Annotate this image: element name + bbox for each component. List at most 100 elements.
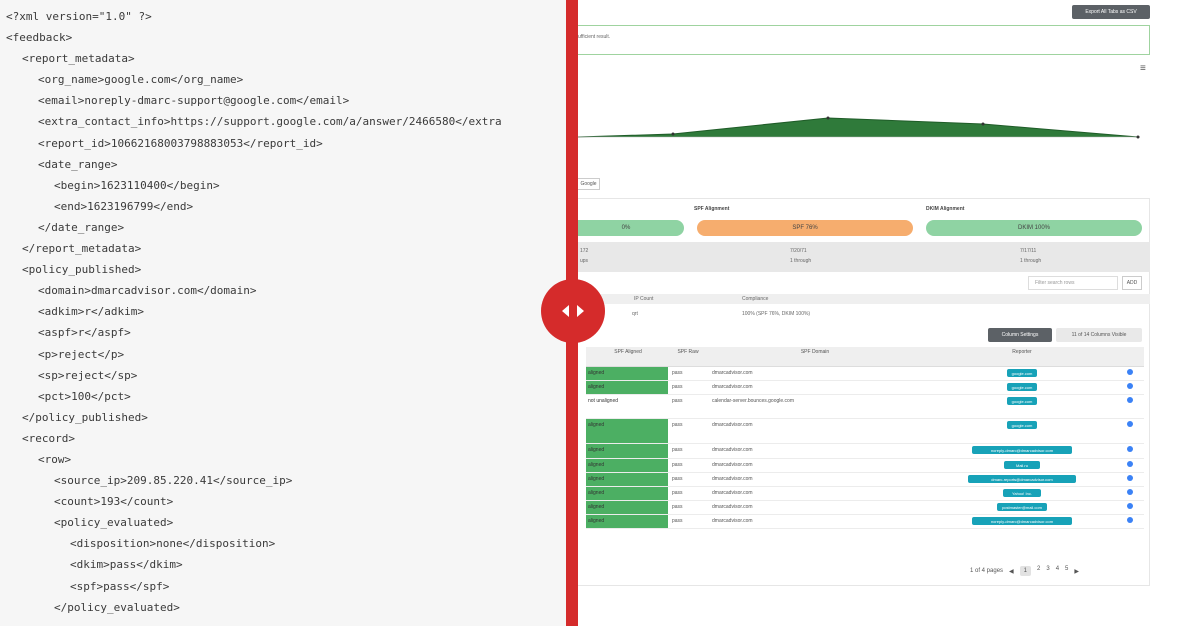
export-csv-button[interactable]: Export All Tabs as CSV <box>1072 5 1150 19</box>
xml-line: <source_ip>209.85.220.41</source_ip> <box>54 474 293 488</box>
result-text: ufficient result. <box>578 34 611 40</box>
row-detail-icon[interactable] <box>1127 489 1133 495</box>
chart-point <box>671 132 675 136</box>
table-row[interactable]: aligned pass dmarcadvisor.com google.com <box>586 381 1144 395</box>
hamburger-menu-icon[interactable]: ≡ <box>1140 63 1146 74</box>
reporter-badge[interactable]: postmaster@mail.com <box>997 503 1047 511</box>
row-detail-icon[interactable] <box>1127 397 1133 403</box>
row-detail-icon[interactable] <box>1127 475 1133 481</box>
cell-spf-raw: pass <box>672 462 683 468</box>
cell-aligned-status: aligned <box>586 367 668 380</box>
page-number[interactable]: 1 <box>1019 566 1031 576</box>
dashboard-pane: Export All Tabs as CSV ufficient result.… <box>578 0 1200 626</box>
row-detail-icon[interactable] <box>1127 421 1133 427</box>
summary-ip-count-value: qrt <box>632 311 638 317</box>
header-spf-domain[interactable]: SPF Domain <box>710 349 920 356</box>
xml-line: <pct>100</pct> <box>38 389 131 403</box>
xml-line: <disposition>none</disposition> <box>70 537 276 551</box>
header-spf-raw[interactable]: SPF Raw <box>670 349 706 356</box>
xml-line: <row> <box>38 452 72 466</box>
cell-spf-raw: pass <box>672 476 683 482</box>
xml-line: <date_range> <box>38 157 118 171</box>
cell-spf-domain: dmarcadvisor.com <box>712 518 753 524</box>
page-number[interactable]: 4 <box>1056 566 1059 576</box>
cell-spf-domain: dmarcadvisor.com <box>712 370 753 376</box>
xml-line: </policy_published> <box>22 410 148 424</box>
reporter-badge[interactable]: google.com <box>1007 383 1037 391</box>
row-detail-icon[interactable] <box>1127 503 1133 509</box>
next-page-icon[interactable]: ▶ <box>1074 568 1079 575</box>
table-row[interactable]: aligned pass dmarcadvisor.com Mail.ru <box>586 459 1144 473</box>
table-row[interactable]: aligned pass dmarcadvisor.com noreply-dmarc… <box>586 444 1144 459</box>
xml-line: <policy_evaluated> <box>54 516 174 530</box>
stat-left-bottom: ups <box>580 258 589 264</box>
cell-spf-domain: dmarcadvisor.com <box>712 476 753 482</box>
cell-aligned-status: aligned <box>586 381 668 394</box>
xml-line: </report_metadata> <box>22 242 142 256</box>
xml-source-pane[interactable]: <?xml version="1.0" ?> <feedback> <report_… <box>0 0 568 626</box>
stat-right-bottom: 1 through <box>1020 258 1042 264</box>
reporter-badge[interactable]: noreply-dmarc@dmarcadvisor.com <box>972 517 1072 525</box>
cell-spf-raw: pass <box>672 504 683 510</box>
columns-visible-button[interactable]: 11 of 14 Columns Visible <box>1056 328 1142 342</box>
volume-area-chart <box>578 116 1140 139</box>
xml-line: <report_id>10662168003798883053</report_… <box>38 136 323 150</box>
row-detail-icon[interactable] <box>1127 369 1133 375</box>
reporter-badge[interactable]: google.com <box>1007 421 1037 429</box>
table-row[interactable]: aligned pass dmarcadvisor.com dmarc-reports… <box>586 473 1144 487</box>
pagination-summary: 1 of 4 pages <box>970 568 1004 574</box>
reporter-badge[interactable]: google.com <box>1007 397 1037 405</box>
xml-line: <dkim>pass</dkim> <box>70 558 183 572</box>
reporter-badge[interactable]: google.com <box>1007 369 1037 377</box>
dkim-alignment-pill: DKIM 100% <box>926 220 1142 236</box>
cell-aligned-status: aligned <box>586 444 668 458</box>
add-button[interactable]: ADD <box>1122 276 1142 290</box>
cell-spf-domain: dmarcadvisor.com <box>712 462 753 468</box>
reporter-badge[interactable]: Mail.ru <box>1004 461 1040 469</box>
tab-google[interactable]: Google <box>578 178 600 190</box>
chart-point <box>981 122 985 126</box>
xml-line: <domain>dmarcadvisor.com</domain> <box>38 284 257 298</box>
dkim-alignment-title: DKIM Alignment <box>926 206 965 212</box>
cell-spf-domain: dmarcadvisor.com <box>712 490 753 496</box>
row-detail-icon[interactable] <box>1127 517 1133 523</box>
stat-left-top: 172 <box>580 248 589 254</box>
cell-aligned-status: not unaligned <box>588 398 619 404</box>
xml-line: <extra_contact_info>https://support.goog… <box>38 115 502 129</box>
page-number[interactable]: 3 <box>1046 566 1049 576</box>
stat-mid-bottom: 1 through <box>790 258 812 264</box>
stat-mid-top: 7/20/71 <box>790 248 807 254</box>
table-row[interactable]: aligned pass dmarcadvisor.com Yahoo! Inc. <box>586 487 1144 501</box>
table-search-input[interactable]: Filter search rows <box>1028 276 1118 290</box>
spf-alignment-title: SPF Alignment <box>694 206 730 212</box>
row-detail-icon[interactable] <box>1127 446 1133 452</box>
reporter-badge[interactable]: Yahoo! Inc. <box>1003 489 1041 497</box>
prev-page-icon[interactable]: ◀ <box>1009 568 1014 575</box>
table-row[interactable]: aligned pass dmarcadvisor.com postmaster@ma… <box>586 501 1144 515</box>
xml-line: <email>noreply-dmarc-support@google.com<… <box>38 94 350 108</box>
header-reporter[interactable]: Reporter <box>922 349 1122 356</box>
xml-line: <count>193</count> <box>54 495 174 509</box>
chart-point <box>1136 135 1140 139</box>
table-row[interactable]: aligned pass dmarcadvisor.com noreply-dmarc… <box>586 515 1144 529</box>
row-detail-icon[interactable] <box>1127 383 1133 389</box>
table-row[interactable]: aligned pass dmarcadvisor.com google.com <box>586 367 1144 381</box>
summary-col-compliance: Compliance <box>742 296 769 302</box>
reporter-badge[interactable]: noreply-dmarc@dmarcadvisor.com <box>972 446 1072 454</box>
table-row[interactable]: not unaligned pass calendar-server.bounces… <box>586 395 1144 419</box>
column-settings-button[interactable]: Column Settings <box>988 328 1052 342</box>
cell-spf-raw: pass <box>672 398 683 404</box>
page-number[interactable]: 2 <box>1037 566 1040 576</box>
page-number[interactable]: 5 <box>1065 566 1068 576</box>
pagination: 1 of 4 pages ◀ 12345 ▶ <box>970 563 1079 579</box>
reporter-badge[interactable]: dmarc-reports@dmarcadvisor.com <box>968 475 1076 483</box>
compare-slider-handle[interactable] <box>541 279 605 343</box>
cell-spf-raw: pass <box>672 447 683 453</box>
arrow-right-icon <box>577 305 584 317</box>
row-detail-icon[interactable] <box>1127 461 1133 467</box>
table-row[interactable]: aligned pass dmarcadvisor.com google.com <box>586 419 1144 444</box>
cell-aligned-status: aligned <box>586 473 668 486</box>
result-panel: ufficient result. <box>578 25 1150 55</box>
header-spf-aligned[interactable]: SPF Aligned <box>588 349 668 356</box>
cell-aligned-status: aligned <box>586 419 668 443</box>
